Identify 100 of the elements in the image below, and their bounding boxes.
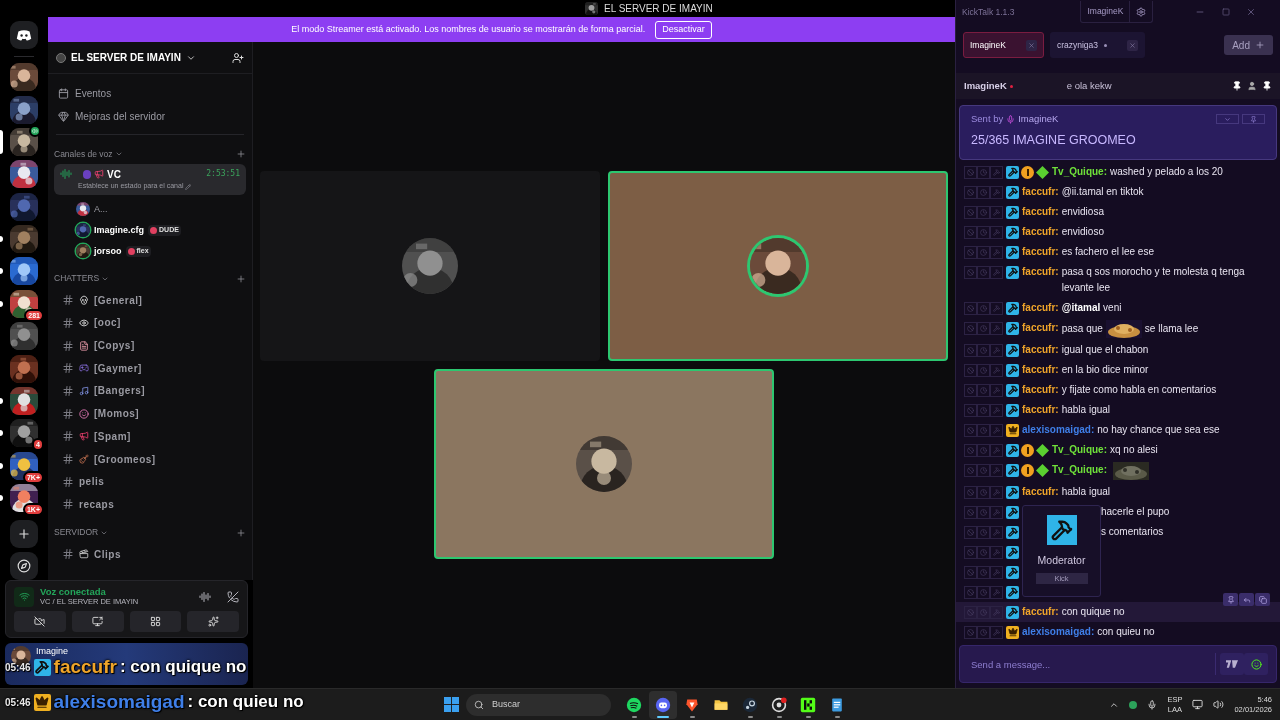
hammer-icon[interactable] [990, 363, 1003, 377]
text-channel[interactable]: [Momos] [94, 406, 140, 422]
hammer-icon[interactable] [990, 165, 1003, 179]
disconnect-icon[interactable] [227, 590, 239, 603]
add-channel-icon[interactable] [236, 527, 246, 538]
screen-share-button[interactable] [71, 611, 124, 632]
timeout-icon[interactable] [977, 321, 990, 335]
timeout-icon[interactable] [977, 485, 990, 499]
timeout-icon[interactable] [977, 301, 990, 315]
username[interactable]: faccufr: [1022, 204, 1059, 220]
menu-item[interactable]: Eventos [75, 86, 112, 102]
category-header[interactable]: CHATTERS [54, 272, 100, 286]
message-field[interactable]: Send a message... [971, 654, 1215, 674]
close-tab-button[interactable] [1127, 39, 1139, 51]
hammer-icon[interactable] [990, 463, 1003, 477]
discover-button[interactable] [10, 552, 38, 580]
ban-icon[interactable] [964, 383, 977, 397]
add-server-button[interactable] [10, 519, 38, 548]
timeout-icon[interactable] [977, 205, 990, 219]
text-channel[interactable]: [Gaymer] [94, 360, 142, 376]
text-channel[interactable]: Clips [94, 546, 121, 562]
timeout-icon[interactable] [977, 625, 990, 639]
text-channel[interactable]: [ooc] [94, 315, 121, 331]
username[interactable]: faccufr: [1022, 224, 1059, 240]
ban-icon[interactable] [964, 505, 977, 519]
pin-icon[interactable] [1262, 81, 1272, 91]
timeout-icon[interactable] [977, 165, 990, 179]
timeout-icon[interactable] [977, 265, 990, 279]
hammer-icon[interactable] [990, 565, 1003, 579]
username[interactable]: alexisomaigad: [1022, 422, 1095, 438]
invite-icon[interactable] [232, 51, 244, 64]
taskbar-button[interactable] [649, 690, 677, 719]
ban-icon[interactable] [964, 225, 977, 239]
ban-icon[interactable] [964, 301, 977, 315]
ban-icon[interactable] [964, 245, 977, 259]
timeout-icon[interactable] [977, 423, 990, 437]
ban-icon[interactable] [964, 343, 977, 357]
direct-messages-button[interactable] [10, 21, 38, 50]
noise-suppression-icon[interactable] [199, 590, 211, 603]
channel-tab[interactable]: ImagineK [963, 32, 1044, 58]
microphone-icon[interactable] [1147, 699, 1158, 710]
username[interactable]: Tv_Quique: [1052, 164, 1107, 180]
username[interactable]: Tv_Quique: [1052, 462, 1107, 478]
expand-button[interactable] [1216, 114, 1239, 125]
camera-button[interactable] [14, 611, 66, 632]
ban-icon[interactable] [964, 545, 977, 559]
ban-icon[interactable] [964, 625, 977, 639]
add-channel-icon[interactable] [236, 149, 246, 160]
timeout-icon[interactable] [977, 605, 990, 619]
hammer-icon[interactable] [990, 485, 1003, 499]
text-channel[interactable]: [General] [94, 292, 143, 308]
unpin-button[interactable] [1242, 114, 1265, 125]
ban-icon[interactable] [964, 525, 977, 539]
timeout-icon[interactable] [977, 185, 990, 199]
text-channel[interactable]: [Copys] [94, 338, 135, 354]
username[interactable]: faccufr: [1022, 300, 1059, 316]
ban-icon[interactable] [964, 565, 977, 579]
hammer-icon[interactable] [990, 585, 1003, 599]
hammer-icon[interactable] [990, 225, 1003, 239]
text-channel[interactable]: recaps [79, 496, 115, 512]
username[interactable]: faccufr: [1022, 402, 1059, 418]
text-channel[interactable]: [Spam] [94, 428, 131, 444]
channel-tab[interactable]: crazyniga3 [1049, 32, 1146, 58]
maximize-icon[interactable] [1222, 8, 1231, 16]
soundboard-button[interactable] [187, 611, 239, 632]
pin-icon[interactable] [1232, 81, 1242, 91]
category-header[interactable]: SERVIDOR [54, 526, 99, 540]
timeout-icon[interactable] [977, 525, 990, 539]
user-icon[interactable] [1247, 81, 1257, 91]
username[interactable]: faccufr: [1022, 382, 1059, 398]
hammer-icon[interactable] [990, 185, 1003, 199]
member-name[interactable]: Imagine.cfg [94, 223, 144, 238]
highlighted-message[interactable]: faccufr: con quique no [956, 602, 1280, 622]
timeout-icon[interactable] [977, 443, 990, 457]
timeout-icon[interactable] [977, 225, 990, 239]
ban-icon[interactable] [964, 403, 977, 417]
ban-icon[interactable] [964, 205, 977, 219]
timeout-icon[interactable] [977, 383, 990, 397]
username[interactable]: faccufr: [1022, 244, 1059, 260]
network-icon[interactable] [1192, 699, 1204, 710]
timeout-icon[interactable] [977, 403, 990, 417]
hammer-icon[interactable] [990, 383, 1003, 397]
member-name[interactable]: A... [94, 202, 108, 217]
pin-button[interactable] [1223, 593, 1238, 606]
emoji-picker-button[interactable] [1244, 653, 1268, 675]
hammer-icon[interactable] [990, 343, 1003, 357]
timeout-icon[interactable] [977, 545, 990, 559]
hammer-icon[interactable] [990, 505, 1003, 519]
disable-button[interactable]: Desactivar [655, 21, 712, 39]
text-channel[interactable]: pelis [79, 474, 105, 490]
add-channel-icon[interactable] [236, 273, 246, 284]
ban-icon[interactable] [964, 605, 977, 619]
timeout-icon[interactable] [977, 245, 990, 259]
username[interactable]: faccufr: [1022, 184, 1059, 200]
timeout-icon[interactable] [977, 343, 990, 357]
copy-button[interactable] [1255, 593, 1270, 606]
search-box[interactable]: Buscar [466, 693, 611, 716]
video-tile[interactable] [260, 171, 600, 362]
ban-icon[interactable] [964, 265, 977, 279]
emote-picker-button[interactable] [1220, 653, 1244, 675]
